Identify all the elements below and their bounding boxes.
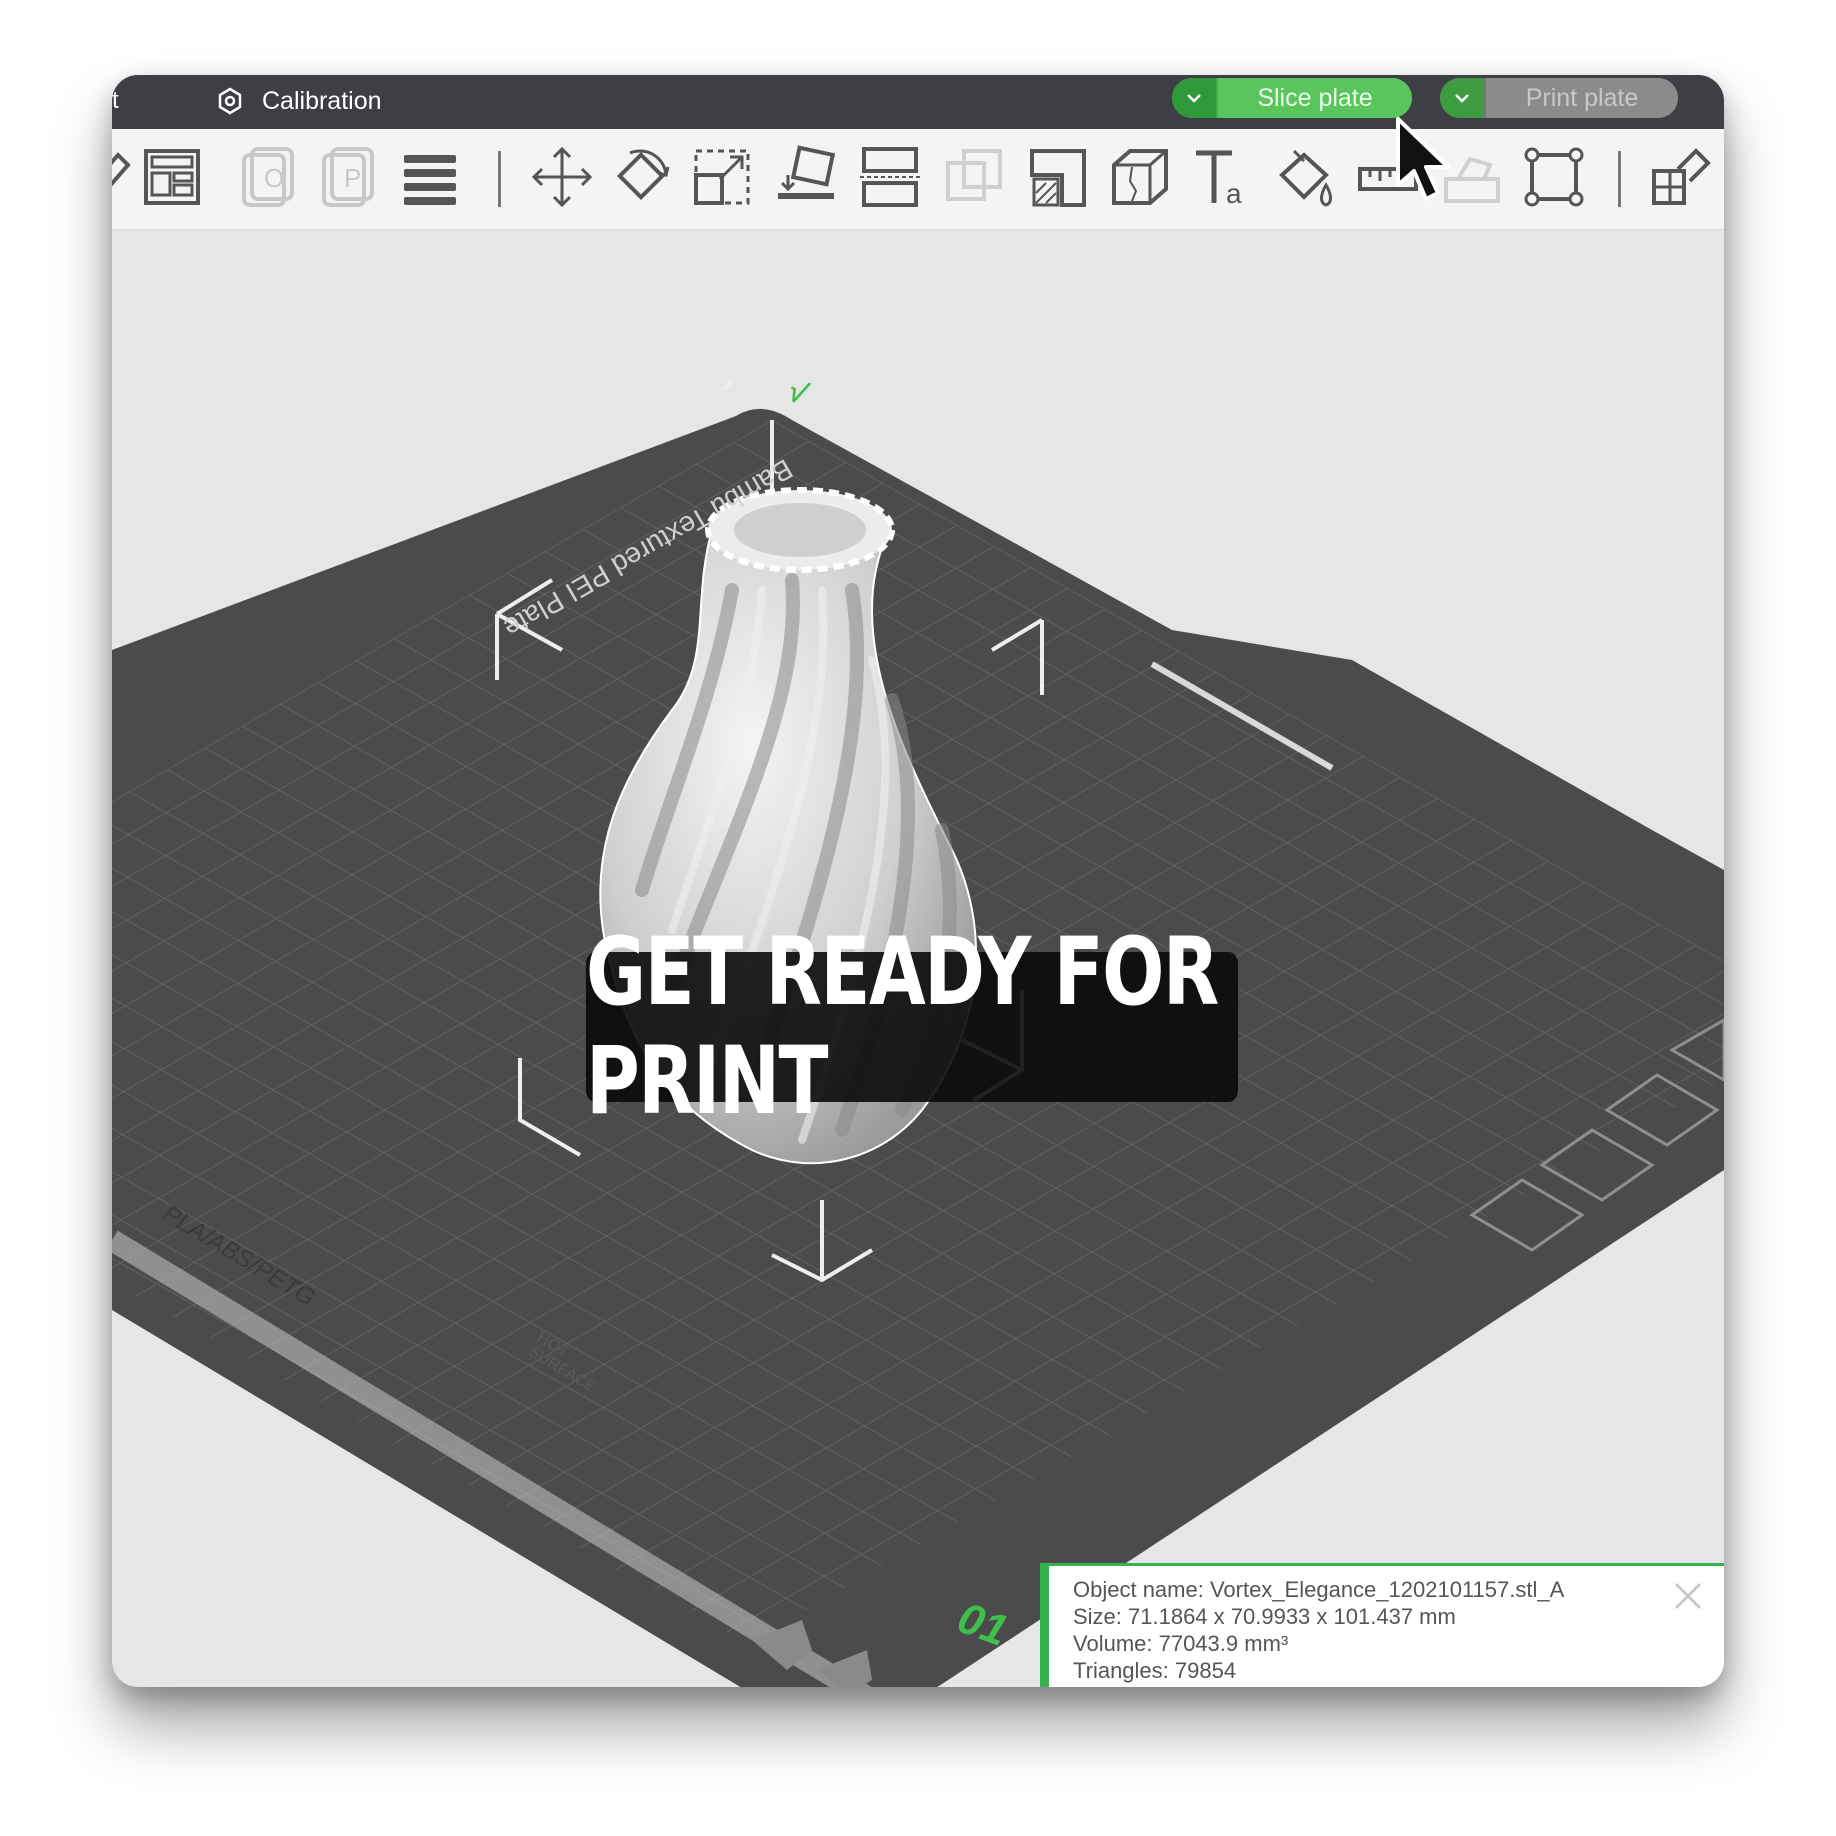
slicer-window: t Calibration Slice plate Print plate O …	[112, 75, 1724, 1687]
print-plate-button[interactable]: Print plate	[1440, 78, 1678, 118]
svg-text:O: O	[264, 163, 284, 193]
arrange-icon[interactable]	[140, 145, 204, 209]
slice-plate-button[interactable]: Slice plate	[1172, 78, 1412, 118]
svg-text:√: √	[783, 375, 812, 412]
toolbar: O P a	[112, 129, 1724, 230]
3d-viewport[interactable]: √ Bambu Textured PEI Plate PLA/ABS/PETG …	[112, 230, 1724, 1687]
calibration-icon[interactable]	[216, 87, 244, 115]
object-triangles-line: Triangles: 79854	[1073, 1658, 1237, 1683]
title-bar: t Calibration Slice plate Print plate	[112, 75, 1724, 129]
support-paint-icon[interactable]	[1026, 145, 1090, 209]
mouse-cursor-icon	[1396, 117, 1450, 201]
move-icon[interactable]	[530, 145, 594, 209]
get-ready-banner: GET READY FOR PRINT	[585, 918, 1239, 1136]
orient-icon[interactable]: O	[238, 145, 302, 209]
boolean-icon[interactable]	[942, 145, 1006, 209]
cut-icon[interactable]	[858, 145, 922, 209]
split-icon[interactable]	[1648, 145, 1712, 209]
slice-plate-label[interactable]: Slice plate	[1218, 78, 1412, 118]
svg-text:a: a	[1226, 178, 1242, 209]
rotate-icon[interactable]	[610, 145, 674, 209]
object-volume-line: Volume: 77043.9 mm³	[1073, 1631, 1289, 1656]
edit-icon[interactable]	[112, 145, 142, 209]
calibration-tab[interactable]: Calibration	[262, 87, 382, 116]
layers-icon[interactable]	[398, 145, 462, 209]
toolbar-separator	[498, 151, 501, 207]
plate-icon[interactable]: P	[318, 145, 382, 209]
slice-dropdown-chevron-icon[interactable]	[1172, 78, 1216, 118]
fit-view-icon[interactable]	[1522, 145, 1586, 209]
object-name-line: Object name: Vortex_Elegance_1202101157.…	[1073, 1577, 1565, 1602]
lay-on-face-icon[interactable]	[774, 145, 838, 209]
object-size-line: Size: 71.1864 x 70.9933 x 101.437 mm	[1073, 1604, 1456, 1629]
svg-text:P: P	[344, 163, 361, 193]
color-paint-icon[interactable]	[1274, 145, 1338, 209]
text-icon[interactable]: a	[1192, 145, 1256, 209]
toolbar-separator	[1618, 151, 1621, 207]
print-dropdown-chevron-icon[interactable]	[1440, 78, 1484, 118]
object-info-panel: Object name: Vortex_Elegance_1202101157.…	[1040, 1563, 1724, 1687]
scale-icon[interactable]	[690, 145, 754, 209]
close-icon[interactable]	[1672, 1580, 1704, 1612]
title-edge-text: t	[112, 87, 119, 114]
print-plate-label[interactable]: Print plate	[1486, 78, 1678, 118]
seam-paint-icon[interactable]	[1108, 145, 1172, 209]
